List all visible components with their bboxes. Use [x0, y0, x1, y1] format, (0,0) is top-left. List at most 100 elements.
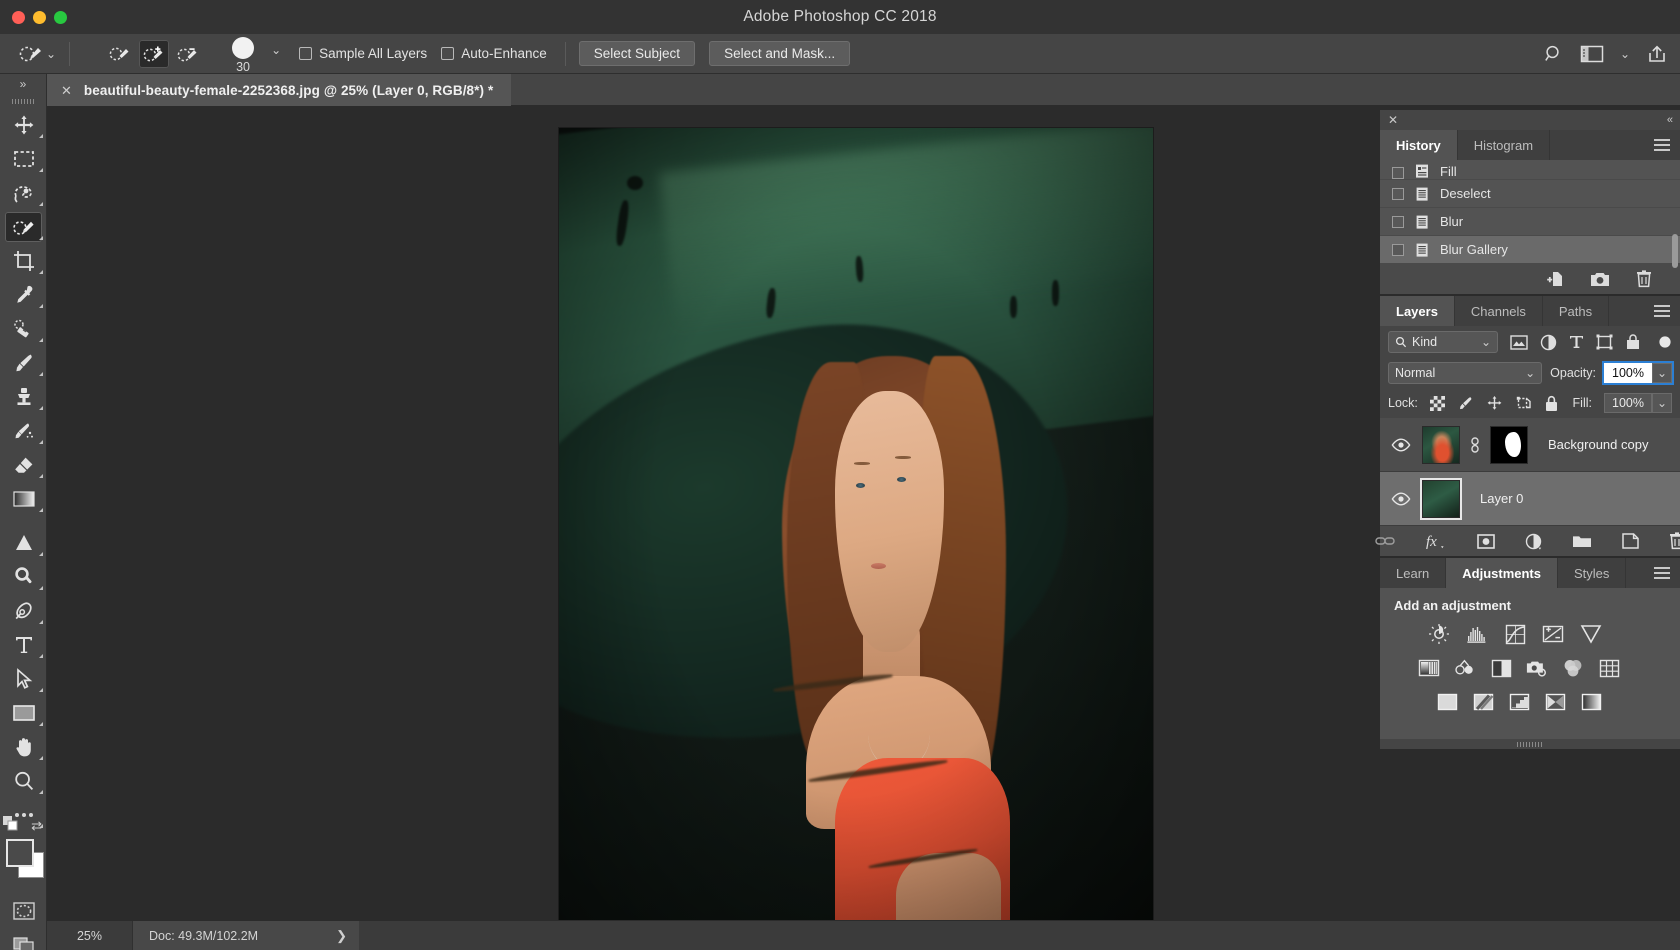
close-icon[interactable]: ✕	[1388, 113, 1398, 127]
lock-artboard-nesting-icon[interactable]	[1515, 395, 1532, 411]
zoom-tool[interactable]	[0, 764, 47, 798]
workspace-icon[interactable]	[1580, 44, 1604, 64]
default-colors-icon[interactable]	[3, 816, 19, 832]
lock-image-pixels-icon[interactable]	[1457, 395, 1474, 412]
spot-healing-brush-tool[interactable]	[0, 312, 47, 346]
exposure-icon[interactable]	[1542, 623, 1564, 645]
clone-stamp-tool[interactable]	[0, 380, 47, 414]
lock-transparent-pixels-icon[interactable]	[1429, 395, 1445, 411]
panel-menu-icon[interactable]	[1654, 139, 1670, 154]
shape-layers-filter-icon[interactable]	[1596, 334, 1613, 350]
color-balance-icon[interactable]	[1454, 657, 1476, 679]
chevron-down-icon[interactable]: ⌄	[46, 48, 56, 60]
rectangular-marquee-tool[interactable]	[0, 142, 47, 176]
hand-tool[interactable]	[0, 730, 47, 764]
new-selection-button[interactable]	[105, 40, 135, 68]
maximize-window-button[interactable]	[54, 10, 67, 24]
swap-colors-icon[interactable]: ⇄	[31, 818, 42, 834]
brush-picker-chevron-down-icon[interactable]: ⌄	[271, 44, 281, 56]
gradient-tool[interactable]	[0, 482, 47, 516]
sample-all-layers-checkbox[interactable]: Sample All Layers	[299, 46, 427, 61]
fill-value[interactable]: 100%	[1604, 393, 1652, 413]
eye-icon[interactable]	[1388, 437, 1414, 452]
path-selection-tool[interactable]	[0, 662, 47, 696]
layer-row[interactable]: Background copy	[1380, 418, 1680, 472]
smart-object-filter-icon[interactable]	[1625, 334, 1641, 350]
panel-menu-icon[interactable]	[1654, 567, 1670, 582]
history-snapshot-checkbox[interactable]	[1392, 167, 1404, 179]
minimize-window-button[interactable]	[33, 10, 46, 24]
dodge-tool[interactable]	[0, 560, 47, 594]
active-tool-preset[interactable]: ⌄	[18, 42, 56, 66]
tab-layers[interactable]: Layers	[1380, 296, 1455, 326]
pixel-layers-filter-icon[interactable]	[1510, 334, 1528, 350]
gradient-map-icon[interactable]	[1580, 691, 1602, 713]
select-subject-button[interactable]: Select Subject	[578, 41, 696, 66]
history-item[interactable]: Blur	[1380, 208, 1680, 236]
posterize-icon[interactable]	[1472, 691, 1494, 713]
filter-toggle-icon[interactable]	[1658, 335, 1672, 349]
lock-position-icon[interactable]	[1486, 395, 1503, 412]
document-tab[interactable]: ✕ beautiful-beauty-female-2252368.jpg @ …	[47, 74, 512, 106]
chevron-down-icon[interactable]: ⌄	[1620, 48, 1630, 60]
lock-all-icon[interactable]	[1544, 395, 1559, 412]
add-to-selection-button[interactable]	[139, 39, 170, 68]
delete-icon[interactable]	[1636, 270, 1652, 288]
move-tool[interactable]	[0, 108, 47, 142]
blur-tool[interactable]	[0, 526, 47, 560]
type-tool[interactable]	[0, 628, 47, 662]
adjustment-layers-filter-icon[interactable]	[1540, 334, 1557, 351]
eyedropper-tool[interactable]	[0, 278, 47, 312]
eye-icon[interactable]	[1388, 491, 1414, 506]
layer-mask-thumbnail[interactable]	[1490, 425, 1528, 464]
color-lookup-icon[interactable]	[1598, 657, 1620, 679]
new-group-icon[interactable]	[1572, 534, 1592, 549]
filter-kind-dropdown[interactable]: Kind ⌄	[1388, 331, 1498, 353]
selective-color-icon[interactable]	[1544, 691, 1566, 713]
channel-mixer-icon[interactable]	[1562, 657, 1584, 679]
tab-histogram[interactable]: Histogram	[1457, 130, 1551, 160]
tab-paths[interactable]: Paths	[1542, 296, 1610, 326]
panel-resize-handle[interactable]	[1380, 739, 1680, 749]
document-info[interactable]: Doc: 49.3M/102.2M ❯	[133, 920, 359, 950]
history-snapshot-checkbox[interactable]	[1392, 243, 1404, 256]
history-snapshot-checkbox[interactable]	[1392, 187, 1404, 200]
document-canvas[interactable]	[559, 128, 1153, 928]
photo-filter-icon[interactable]	[1526, 657, 1548, 679]
link-mask-icon[interactable]	[1468, 436, 1482, 453]
invert-icon[interactable]	[1436, 691, 1458, 713]
history-item[interactable]: Blur Gallery	[1380, 236, 1680, 264]
double-chevron-right-icon[interactable]: «	[1667, 114, 1673, 126]
quick-mask-button[interactable]	[0, 894, 47, 928]
opacity-control[interactable]: 100% ⌄	[1602, 361, 1674, 385]
search-icon[interactable]	[1544, 44, 1564, 64]
vibrance-icon[interactable]	[1580, 623, 1602, 645]
crop-tool[interactable]	[0, 244, 47, 278]
hue-saturation-icon[interactable]	[1418, 657, 1440, 679]
levels-icon[interactable]	[1466, 623, 1488, 645]
eraser-tool[interactable]	[0, 448, 47, 482]
close-icon[interactable]: ✕	[61, 84, 72, 97]
tab-adjustments[interactable]: Adjustments	[1446, 558, 1558, 588]
new-adjustment-layer-icon[interactable]	[1525, 533, 1542, 550]
subtract-from-selection-button[interactable]	[173, 40, 203, 68]
layer-thumbnail[interactable]	[1422, 479, 1460, 518]
brightness-contrast-icon[interactable]	[1428, 623, 1450, 645]
quick-selection-tool[interactable]	[0, 210, 47, 244]
history-item[interactable]: Fill	[1380, 160, 1680, 180]
history-brush-tool[interactable]	[0, 414, 47, 448]
brush-size-picker[interactable]: 30	[223, 37, 263, 74]
layer-row[interactable]: Layer 0	[1380, 472, 1680, 526]
add-layer-mask-icon[interactable]	[1477, 533, 1495, 549]
foreground-color-swatch[interactable]	[6, 839, 34, 867]
rectangle-tool[interactable]	[0, 696, 47, 730]
black-white-icon[interactable]	[1490, 657, 1512, 679]
blend-mode-dropdown[interactable]: Normal ⌄	[1388, 362, 1543, 384]
layer-thumbnail[interactable]	[1422, 425, 1460, 464]
history-list[interactable]: Fill Deselect Blur Blur Gallery	[1380, 160, 1680, 268]
toolbar-drag-handle[interactable]	[0, 94, 46, 108]
history-item[interactable]: Deselect	[1380, 180, 1680, 208]
tab-styles[interactable]: Styles	[1557, 558, 1627, 588]
fill-stepper-chevron-down-icon[interactable]: ⌄	[1652, 393, 1672, 413]
tab-history[interactable]: History	[1380, 130, 1458, 160]
